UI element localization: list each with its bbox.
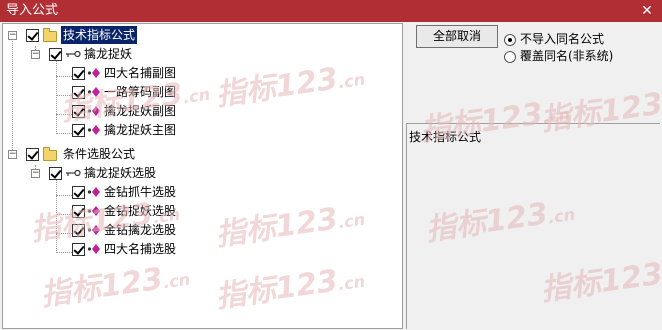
tree-leaf[interactable]: 一路筹码副图 <box>3 83 303 101</box>
close-icon[interactable]: ✕ <box>636 2 658 20</box>
collapse-icon[interactable]: − <box>31 169 40 178</box>
formula-icon <box>87 87 100 97</box>
tree-label: 一路筹码副图 <box>104 85 177 99</box>
checkbox[interactable] <box>72 186 85 199</box>
folder-icon <box>43 147 57 161</box>
formula-icon <box>87 187 100 197</box>
tree-label: 金钻擒龙选股 <box>104 223 177 237</box>
formula-icon <box>87 68 100 78</box>
tree-leaf[interactable]: 四大名捕副图 <box>3 64 303 82</box>
checkbox[interactable] <box>72 205 85 218</box>
tree-leaf[interactable]: 擒龙捉妖主图 <box>3 121 303 139</box>
tree-label: 条件选股公式 <box>63 147 136 161</box>
tree-label: 擒龙捉妖主图 <box>104 123 177 137</box>
key-icon <box>66 169 81 177</box>
description-text: 技术指标公式 <box>409 130 482 144</box>
tree-node-qinlong[interactable]: − 擒龙捉妖 <box>3 45 303 63</box>
window-titlebar: 导入公式 ✕ <box>0 0 662 22</box>
tree-label: 擒龙捉妖选股 <box>84 166 157 180</box>
description-panel: 技术指标公式 <box>406 123 660 329</box>
tree-label: 擒龙捉妖副图 <box>104 104 177 118</box>
formula-icon <box>87 206 100 216</box>
collapse-icon[interactable]: − <box>31 50 40 59</box>
tree-leaf[interactable]: 金钻捉妖选股 <box>3 202 303 220</box>
folder-icon <box>43 28 57 42</box>
key-icon <box>66 50 81 58</box>
tree-label: 金钻捉妖选股 <box>104 204 177 218</box>
checkbox[interactable] <box>49 167 62 180</box>
radio-skip-duplicates[interactable]: 不导入同名公式 <box>504 31 604 47</box>
tree-label: 四大名捕选股 <box>104 242 177 256</box>
tree-label: 金钻抓牛选股 <box>104 185 177 199</box>
radio-button[interactable] <box>504 50 516 63</box>
checkbox[interactable] <box>49 48 62 61</box>
checkbox[interactable] <box>72 224 85 237</box>
radio-button[interactable] <box>504 33 516 46</box>
tree-label: 四大名捕副图 <box>104 66 177 80</box>
radio-overwrite[interactable]: 覆盖同名(非系统) <box>504 48 613 64</box>
tree-label: 擒龙捉妖 <box>84 47 133 61</box>
tree-leaf[interactable]: 擒龙捉妖副图 <box>3 102 303 120</box>
checkbox[interactable] <box>26 29 39 42</box>
checkbox[interactable] <box>72 67 85 80</box>
tree-leaf[interactable]: 金钻抓牛选股 <box>3 183 303 201</box>
formula-icon <box>87 225 100 235</box>
checkbox[interactable] <box>72 124 85 137</box>
formula-tree[interactable]: − 技术指标公式 − 擒龙捉妖 四大名捕副图 一路筹码副图 擒龙捉妖副图 擒龙捉… <box>2 23 403 329</box>
radio-label: 覆盖同名(非系统) <box>520 49 614 63</box>
checkbox[interactable] <box>72 243 85 256</box>
collapse-icon[interactable]: − <box>8 150 17 159</box>
tree-node-qinlong-select[interactable]: − 擒龙捉妖选股 <box>3 164 303 182</box>
tree-node-stock-selection[interactable]: − 条件选股公式 <box>3 145 303 163</box>
tree-label: 技术指标公式 <box>61 26 138 44</box>
formula-icon <box>87 125 100 135</box>
formula-icon <box>87 244 100 254</box>
tree-node-tech-indicators[interactable]: − 技术指标公式 <box>3 26 303 44</box>
window-title: 导入公式 <box>6 3 59 18</box>
formula-icon <box>87 106 100 116</box>
checkbox[interactable] <box>72 86 85 99</box>
tree-leaf[interactable]: 四大名捕选股 <box>3 240 303 258</box>
checkbox[interactable] <box>72 105 85 118</box>
radio-label: 不导入同名公式 <box>520 32 605 46</box>
checkbox[interactable] <box>26 148 39 161</box>
tree-leaf[interactable]: 金钻擒龙选股 <box>3 221 303 239</box>
collapse-icon[interactable]: − <box>8 31 17 40</box>
cancel-all-button[interactable]: 全部取消 <box>416 25 498 48</box>
